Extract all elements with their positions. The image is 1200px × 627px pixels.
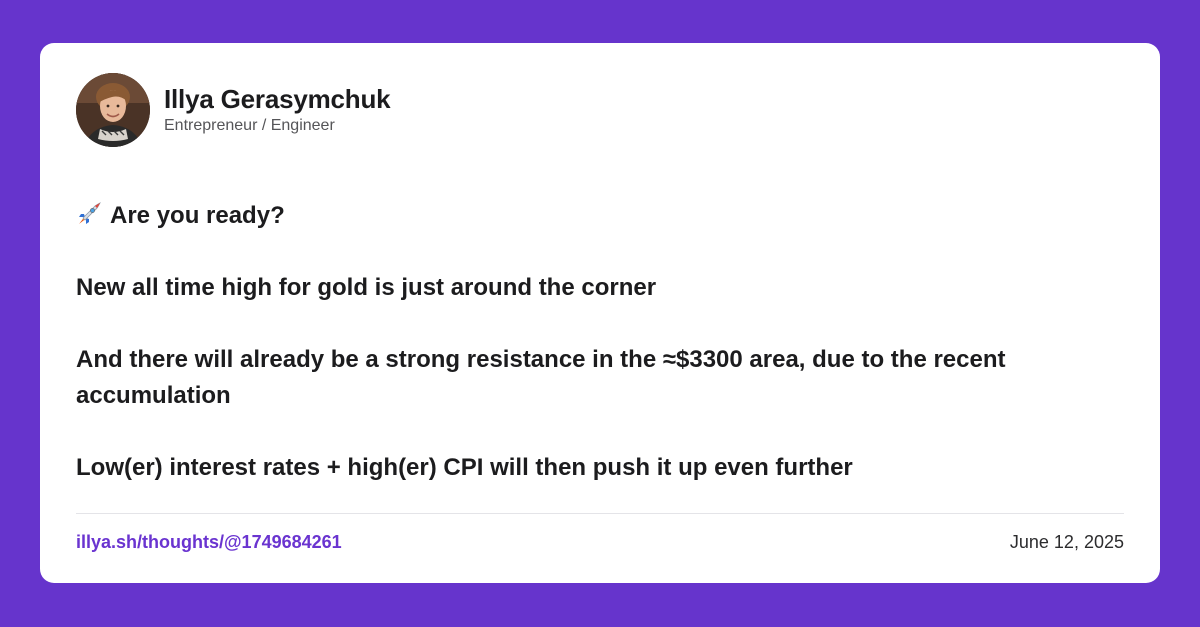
post-date: June 12, 2025 <box>1009 532 1124 552</box>
footer-divider <box>76 513 1124 514</box>
avatar <box>76 73 150 147</box>
post-paragraph-4: Low(er) interest rates + high(er) CPI wi… <box>76 454 853 481</box>
rocket-icon <box>76 201 102 227</box>
author-role: Entrepreneur / Engineer <box>164 117 335 134</box>
post-paragraph-1: Are you ready? <box>76 198 1116 234</box>
author-text: Illya Gerasymchuk Entrepreneur / Enginee… <box>164 83 391 137</box>
post-line-1: Are you ready? <box>110 202 285 229</box>
author-name: Illya Gerasymchuk <box>164 84 391 114</box>
post-paragraph-3: And there will already be a strong resis… <box>76 346 1006 409</box>
post-paragraph-2: New all time high for gold is just aroun… <box>76 274 657 301</box>
post-body: Are you ready? New all time high for gol… <box>76 198 1116 486</box>
thought-permalink[interactable]: illya.sh/thoughts/@1749684261 <box>76 530 342 554</box>
author-header: Illya Gerasymchuk Entrepreneur / Enginee… <box>76 73 391 147</box>
post-card: Illya Gerasymchuk Entrepreneur / Enginee… <box>40 43 1160 583</box>
